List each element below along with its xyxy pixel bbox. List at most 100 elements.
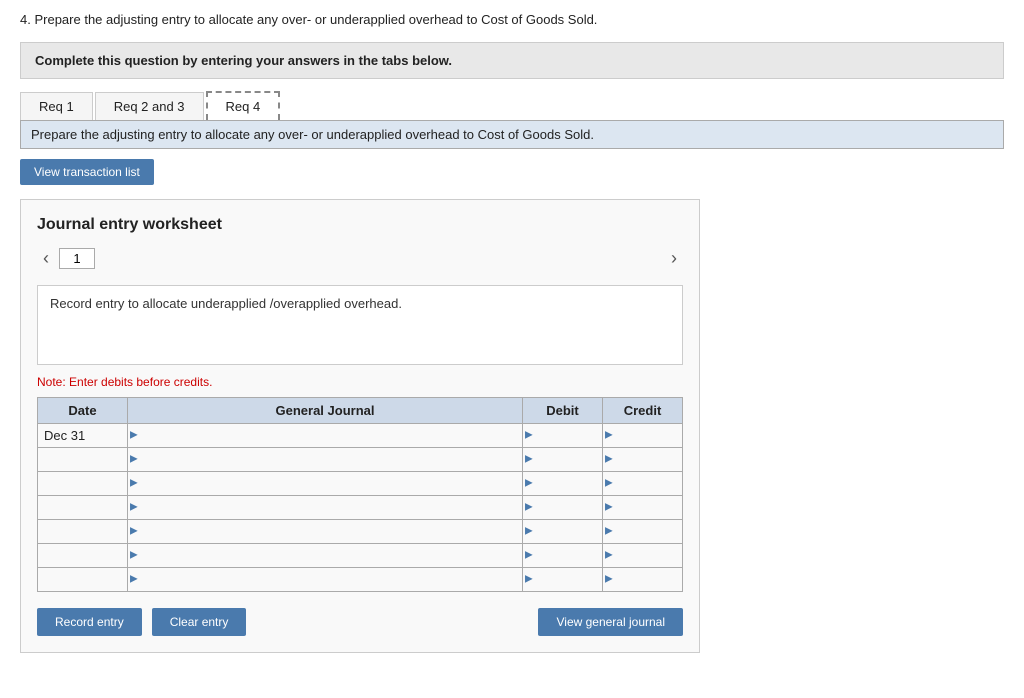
credit-cell-5[interactable]: ▶ [603, 543, 683, 567]
credit-cell-0[interactable]: ▶ [603, 423, 683, 447]
prev-arrow-button[interactable]: ‹ [37, 246, 55, 271]
debit-cell-2[interactable]: ▶ [523, 471, 603, 495]
journal-cell-4[interactable]: ▶ [128, 519, 523, 543]
view-transaction-label: View transaction list [34, 165, 140, 179]
journal-arrow-icon-2: ▶ [130, 478, 138, 489]
journal-arrow-icon-6: ▶ [130, 574, 138, 585]
bottom-buttons: Record entry Clear entry View general jo… [37, 608, 683, 636]
credit-cell-3[interactable]: ▶ [603, 495, 683, 519]
journal-input-2[interactable] [132, 476, 518, 491]
record-entry-button[interactable]: Record entry [37, 608, 142, 636]
debit-cell-3[interactable]: ▶ [523, 495, 603, 519]
credit-cell-4[interactable]: ▶ [603, 519, 683, 543]
journal-arrow-icon-1: ▶ [130, 454, 138, 465]
debit-arrow-icon-4: ▶ [525, 526, 533, 537]
journal-input-5[interactable] [132, 548, 518, 563]
credit-input-3[interactable] [607, 500, 678, 515]
debit-input-5[interactable] [527, 548, 598, 563]
debit-cell-1[interactable]: ▶ [523, 447, 603, 471]
journal-cell-2[interactable]: ▶ [128, 471, 523, 495]
header-date: Date [38, 397, 128, 423]
date-cell-4 [38, 519, 128, 543]
debit-cell-5[interactable]: ▶ [523, 543, 603, 567]
debit-arrow-icon-0: ▶ [525, 430, 533, 441]
date-cell-6 [38, 567, 128, 591]
credit-input-4[interactable] [607, 524, 678, 539]
worksheet-box: Journal entry worksheet ‹ › Record entry… [20, 199, 700, 653]
tab-req4[interactable]: Req 4 [206, 91, 281, 120]
debit-arrow-icon-6: ▶ [525, 574, 533, 585]
record-description: Record entry to allocate underapplied /o… [37, 285, 683, 365]
question-text: Prepare the adjusting entry to allocate … [34, 12, 597, 27]
tabs-area: Req 1 Req 2 and 3 Req 4 [20, 91, 1004, 121]
view-general-journal-label: View general journal [556, 615, 665, 629]
tab-req2and3-label: Req 2 and 3 [114, 99, 185, 114]
tab-content-header-text: Prepare the adjusting entry to allocate … [31, 127, 594, 142]
credit-arrow-icon-5: ▶ [605, 550, 613, 561]
credit-input-1[interactable] [607, 452, 678, 467]
journal-input-1[interactable] [132, 452, 518, 467]
debit-input-3[interactable] [527, 500, 598, 515]
journal-cell-5[interactable]: ▶ [128, 543, 523, 567]
table-row: ▶ ▶ ▶ [38, 519, 683, 543]
journal-input-3[interactable] [132, 500, 518, 515]
credit-input-5[interactable] [607, 548, 678, 563]
credit-input-6[interactable] [607, 572, 678, 587]
credit-input-0[interactable] [607, 428, 678, 443]
page-number-input[interactable] [59, 248, 95, 269]
clear-entry-label: Clear entry [170, 615, 229, 629]
nav-row: ‹ › [37, 246, 683, 271]
table-row: ▶ ▶ ▶ [38, 543, 683, 567]
journal-cell-6[interactable]: ▶ [128, 567, 523, 591]
debit-input-2[interactable] [527, 476, 598, 491]
header-debit: Debit [523, 397, 603, 423]
journal-arrow-icon-5: ▶ [130, 550, 138, 561]
debit-input-1[interactable] [527, 452, 598, 467]
record-entry-label: Record entry [55, 615, 124, 629]
clear-entry-button[interactable]: Clear entry [152, 608, 247, 636]
debit-cell-0[interactable]: ▶ [523, 423, 603, 447]
table-row: Dec 31▶▶▶ [38, 423, 683, 447]
journal-cell-1[interactable]: ▶ [128, 447, 523, 471]
credit-arrow-icon-6: ▶ [605, 574, 613, 585]
journal-cell-3[interactable]: ▶ [128, 495, 523, 519]
view-general-journal-button[interactable]: View general journal [538, 608, 683, 636]
worksheet-title: Journal entry worksheet [37, 216, 683, 234]
view-transaction-button[interactable]: View transaction list [20, 159, 154, 185]
tab-req4-label: Req 4 [226, 99, 261, 114]
journal-arrow-icon-0: ▶ [130, 430, 138, 441]
credit-arrow-icon-1: ▶ [605, 454, 613, 465]
header-credit: Credit [603, 397, 683, 423]
record-description-text: Record entry to allocate underapplied /o… [50, 296, 402, 311]
tab-content-header: Prepare the adjusting entry to allocate … [20, 121, 1004, 149]
journal-input-0[interactable] [132, 428, 518, 443]
debit-input-0[interactable] [527, 428, 598, 443]
next-arrow-button[interactable]: › [665, 246, 683, 271]
credit-arrow-icon-4: ▶ [605, 526, 613, 537]
debit-cell-6[interactable]: ▶ [523, 567, 603, 591]
debit-input-6[interactable] [527, 572, 598, 587]
debit-arrow-icon-5: ▶ [525, 550, 533, 561]
journal-cell-0[interactable]: ▶ [128, 423, 523, 447]
credit-input-2[interactable] [607, 476, 678, 491]
credit-cell-1[interactable]: ▶ [603, 447, 683, 471]
journal-input-6[interactable] [132, 572, 518, 587]
debit-arrow-icon-2: ▶ [525, 478, 533, 489]
journal-input-4[interactable] [132, 524, 518, 539]
credit-cell-6[interactable]: ▶ [603, 567, 683, 591]
question-header: 4. Prepare the adjusting entry to alloca… [20, 10, 1004, 30]
table-row: ▶ ▶ ▶ [38, 567, 683, 591]
credit-arrow-icon-2: ▶ [605, 478, 613, 489]
debit-arrow-icon-1: ▶ [525, 454, 533, 465]
journal-arrow-icon-4: ▶ [130, 526, 138, 537]
complete-box-text: Complete this question by entering your … [35, 53, 452, 68]
question-number: 4. [20, 12, 31, 27]
credit-cell-2[interactable]: ▶ [603, 471, 683, 495]
debit-input-4[interactable] [527, 524, 598, 539]
date-cell-5 [38, 543, 128, 567]
credit-arrow-icon-0: ▶ [605, 430, 613, 441]
debit-cell-4[interactable]: ▶ [523, 519, 603, 543]
tab-req2and3[interactable]: Req 2 and 3 [95, 92, 204, 120]
date-cell-1 [38, 447, 128, 471]
tab-req1[interactable]: Req 1 [20, 92, 93, 120]
